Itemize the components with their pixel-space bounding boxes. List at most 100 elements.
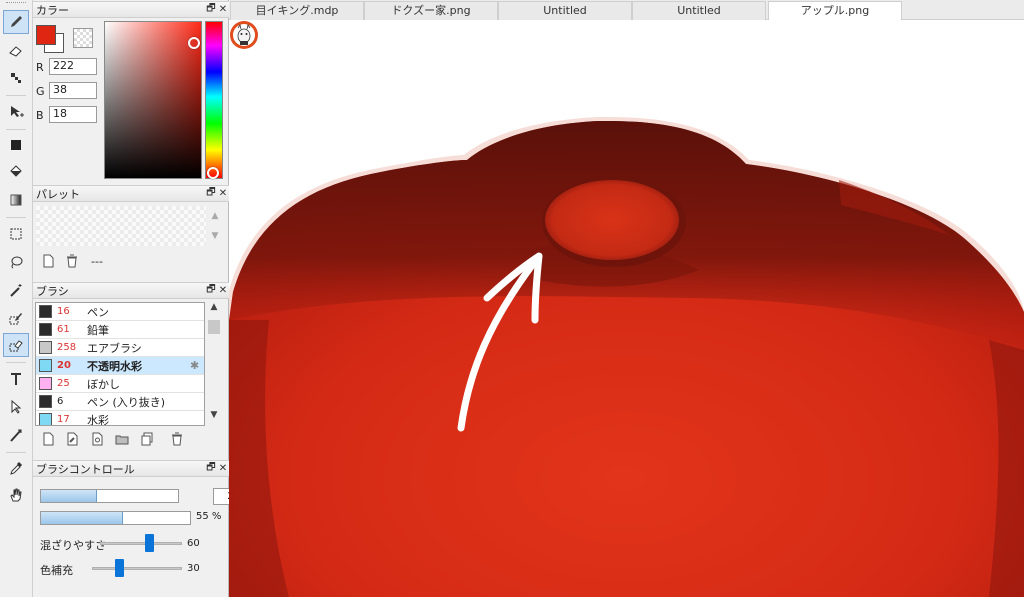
color-picker-cursor[interactable] — [188, 37, 200, 49]
arrow-select-icon — [11, 399, 22, 414]
tool-bar — [0, 0, 33, 597]
brush-item[interactable]: 258 エアブラシ — [36, 339, 204, 357]
brush-list-scrollbar[interactable]: ▲ ▼ — [206, 302, 222, 426]
new-brush-icon[interactable] — [41, 432, 55, 446]
eraser-tool-button[interactable] — [3, 38, 29, 62]
palette-panel-title: パレット — [36, 187, 80, 201]
close-icon[interactable]: ✕ — [217, 463, 229, 474]
pen-icon — [11, 16, 22, 27]
palette-panel-header: パレット 🗗 ✕ — [33, 185, 229, 202]
select-eraser-tool-button[interactable] — [3, 333, 29, 357]
tab-active-document[interactable]: アップル.png — [768, 1, 902, 21]
duplicate-icon[interactable] — [140, 432, 154, 446]
undock-icon[interactable]: 🗗 — [205, 282, 217, 299]
bucket-icon — [10, 165, 22, 177]
foreground-color-swatch[interactable] — [36, 25, 56, 45]
toolbar-grip[interactable] — [6, 2, 26, 8]
copy-brush-icon[interactable] — [90, 432, 104, 446]
trash-icon[interactable] — [170, 432, 184, 446]
operation-tool-button[interactable] — [3, 395, 29, 419]
brush-size: 20 — [57, 360, 71, 371]
text-icon — [11, 373, 21, 385]
gradient-icon — [10, 194, 22, 206]
scroll-down-icon[interactable]: ▼ — [206, 410, 222, 420]
brush-color-swatch — [39, 323, 52, 336]
pen-tool-button[interactable] — [3, 10, 29, 34]
brush-item[interactable]: 61 鉛筆 — [36, 321, 204, 339]
brush-panel-title: ブラシ — [36, 284, 69, 298]
tab-document[interactable]: Untitled — [632, 1, 766, 20]
divide-tool-button[interactable] — [3, 423, 29, 447]
select-pen-icon — [9, 313, 22, 325]
brush-size: 6 — [57, 396, 64, 407]
tab-document[interactable]: 目イキング.mdp — [230, 1, 364, 20]
g-input[interactable]: 38 — [49, 82, 97, 99]
fill-rect-tool-button[interactable] — [3, 133, 29, 157]
b-input[interactable]: 18 — [49, 106, 97, 123]
color-panel-header: カラー 🗗 ✕ — [33, 1, 229, 18]
mix-slider-thumb[interactable] — [145, 534, 155, 552]
scrollbar-thumb[interactable] — [208, 320, 220, 334]
color-correction-slider-track[interactable] — [92, 567, 182, 570]
undock-icon[interactable]: 🗗 — [205, 185, 217, 202]
mix-value: 60 — [187, 538, 200, 549]
gear-icon[interactable]: ✱ — [190, 359, 204, 372]
close-icon[interactable]: ✕ — [217, 188, 229, 199]
drawing-canvas[interactable] — [229, 20, 1024, 597]
brush-size-bar[interactable] — [40, 489, 179, 503]
brush-item-selected[interactable]: 20 不透明水彩 ✱ — [36, 357, 204, 375]
brush-item[interactable]: 17 水彩 — [36, 411, 204, 425]
tab-document[interactable]: Untitled — [498, 1, 632, 20]
palette-swatch-area[interactable] — [36, 206, 206, 246]
close-icon[interactable]: ✕ — [217, 4, 229, 15]
r-input[interactable]: 222 — [49, 58, 97, 75]
palette-name: --- — [91, 255, 103, 268]
brush-color-swatch — [39, 413, 52, 425]
hand-icon — [10, 488, 22, 502]
transparent-color-swatch[interactable] — [73, 28, 93, 48]
close-icon[interactable]: ✕ — [217, 285, 229, 296]
fill-rectangle-icon — [11, 140, 21, 150]
new-palette-icon[interactable] — [41, 254, 55, 268]
dot-pen-tool-button[interactable] — [3, 66, 29, 90]
brush-color-swatch — [39, 359, 52, 372]
brush-item[interactable]: 6 ペン (入り抜き) — [36, 393, 204, 411]
lasso-tool-button[interactable] — [3, 250, 29, 274]
undock-icon[interactable]: 🗗 — [205, 460, 217, 477]
brush-name: 不透明水彩 — [87, 359, 142, 373]
brush-settings-icon[interactable] — [65, 432, 79, 446]
brush-size-bar-fill — [41, 490, 98, 502]
select-tool-button[interactable] — [3, 222, 29, 246]
text-tool-button[interactable] — [3, 367, 29, 391]
brush-list: 16 ペン 61 鉛筆 258 エアブラシ 20 不透明水彩 ✱ 25 ぼかし 6 ペン (入… — [35, 302, 205, 426]
color-correction-slider-thumb[interactable] — [115, 559, 124, 577]
select-pen-tool-button[interactable] — [3, 306, 29, 330]
magic-wand-tool-button[interactable] — [3, 278, 29, 302]
brush-item[interactable]: 16 ペン — [36, 303, 204, 321]
hand-tool-button[interactable] — [3, 483, 29, 507]
brush-size: 25 — [57, 378, 70, 389]
move-tool-button[interactable] — [3, 100, 29, 124]
mix-slider-track[interactable] — [100, 542, 182, 545]
color-correction-label: 色補充 — [40, 564, 73, 577]
trash-icon[interactable] — [65, 254, 79, 268]
tab-document[interactable]: ドクズー家.png — [364, 1, 498, 20]
brush-opacity-bar[interactable] — [40, 511, 191, 525]
eyedropper-tool-button[interactable] — [3, 456, 29, 480]
bucket-tool-button[interactable] — [3, 160, 29, 184]
folder-icon[interactable] — [115, 432, 129, 446]
dot-pen-icon — [11, 73, 21, 83]
move-icon — [11, 106, 24, 117]
color-correction-value: 30 — [187, 563, 200, 574]
hue-slider-cursor[interactable] — [207, 167, 219, 179]
color-panel-title: カラー — [36, 3, 69, 17]
brush-color-swatch — [39, 305, 52, 318]
palette-scrollbar[interactable]: ▲ ▼ — [207, 206, 223, 246]
brush-color-swatch — [39, 377, 52, 390]
scroll-up-icon[interactable]: ▲ — [206, 302, 222, 312]
hue-slider[interactable] — [205, 21, 223, 179]
undock-icon[interactable]: 🗗 — [205, 1, 217, 18]
mix-label: 混ざりやすさ — [40, 539, 106, 552]
gradient-tool-button[interactable] — [3, 188, 29, 212]
brush-item[interactable]: 25 ぼかし — [36, 375, 204, 393]
